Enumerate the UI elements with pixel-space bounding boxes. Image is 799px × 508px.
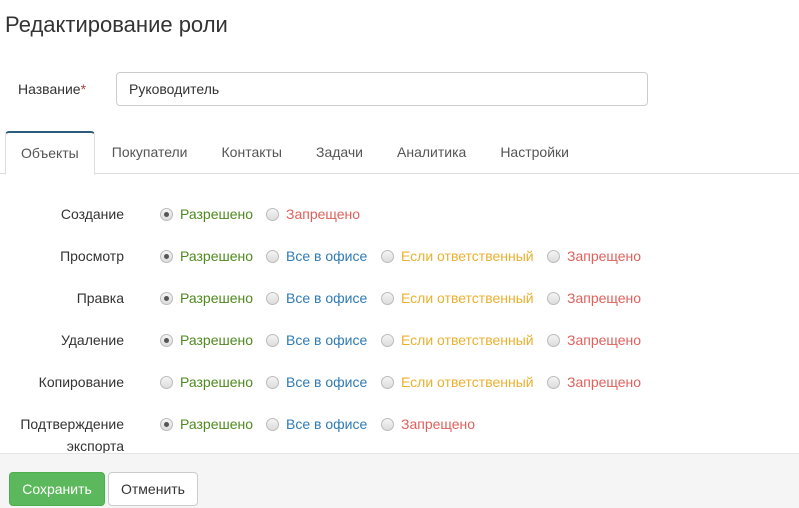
radio-option[interactable]: Все в офисе	[260, 245, 375, 267]
permission-label: Удаление	[60, 332, 124, 348]
radio-option[interactable]: Если ответственный	[375, 287, 541, 309]
radio-group: Разрешено Все в офисе Если ответственный За…	[154, 371, 641, 393]
name-input[interactable]	[116, 72, 648, 106]
radio-group: Разрешено Все в офисе Если ответственный За…	[154, 329, 641, 351]
radio-option[interactable]: Разрешено	[154, 371, 260, 393]
radio-option[interactable]: Запрещено	[260, 203, 375, 225]
radio-unchecked-icon[interactable]	[266, 375, 279, 389]
radio-unchecked-icon[interactable]	[547, 333, 560, 347]
radio-label: Если ответственный	[401, 332, 534, 348]
radio-unchecked-icon[interactable]	[160, 375, 173, 389]
tab-3[interactable]: Задачи	[299, 131, 380, 174]
radio-label: Разрешено	[180, 290, 254, 306]
radio-unchecked-icon[interactable]	[547, 291, 560, 305]
radio-label: Все в офисе	[286, 332, 368, 348]
radio-label: Все в офисе	[286, 248, 368, 264]
tab-2[interactable]: Контакты	[205, 131, 299, 174]
radio-option[interactable]: Запрещено	[541, 371, 641, 393]
tab-5[interactable]: Настройки	[483, 131, 586, 174]
radio-option[interactable]: Запрещено	[541, 329, 641, 351]
radio-option[interactable]: Если ответственный	[375, 245, 541, 267]
tab-0[interactable]: Объекты	[5, 131, 95, 175]
radio-unchecked-icon[interactable]	[266, 249, 279, 263]
radio-label: Разрешено	[180, 416, 254, 432]
radio-unchecked-icon[interactable]	[381, 417, 394, 431]
radio-unchecked-icon[interactable]	[266, 417, 279, 431]
radio-label: Если ответственный	[401, 290, 534, 306]
form-footer: Сохранить Отменить	[0, 453, 799, 508]
radio-group: Разрешено Все в офисе Если ответственный За…	[154, 287, 641, 309]
permission-label: Просмотр	[60, 248, 124, 264]
radio-option[interactable]: Разрешено	[154, 287, 260, 309]
radio-option[interactable]: Все в офисе	[260, 287, 375, 309]
tab-1[interactable]: Покупатели	[95, 131, 205, 174]
permission-label: Правка	[76, 290, 124, 306]
page-title: Редактирование роли	[5, 12, 228, 37]
radio-checked-icon[interactable]	[160, 291, 173, 305]
radio-label: Разрешено	[180, 248, 254, 264]
radio-label: Все в офисе	[286, 374, 368, 390]
tab-4[interactable]: Аналитика	[380, 131, 483, 174]
radio-group: Разрешено Все в офисе Если ответственный За…	[154, 245, 641, 267]
radio-group: Разрешено Все в офисе Запрещено	[154, 413, 541, 435]
permission-label: Подтверждение экспорта	[20, 416, 124, 454]
radio-label: Запрещено	[286, 206, 361, 222]
radio-label: Запрещено	[567, 374, 642, 390]
radio-label: Разрешено	[180, 374, 254, 390]
radio-option[interactable]: Запрещено	[541, 245, 641, 267]
required-mark: *	[80, 81, 87, 97]
radio-label: Разрешено	[180, 206, 254, 222]
permission-label: Создание	[60, 206, 124, 222]
radio-checked-icon[interactable]	[160, 207, 173, 221]
radio-unchecked-icon[interactable]	[547, 249, 560, 263]
radio-label: Разрешено	[180, 332, 254, 348]
radio-label: Если ответственный	[401, 374, 534, 390]
radio-option[interactable]: Разрешено	[154, 413, 260, 435]
radio-option[interactable]: Все в офисе	[260, 371, 375, 393]
radio-option[interactable]: Разрешено	[154, 203, 260, 225]
radio-label: Запрещено	[567, 332, 642, 348]
permission-row: Подтверждение экспорта Разрешено Все в офи…	[0, 410, 799, 454]
radio-option[interactable]: Разрешено	[154, 245, 260, 267]
name-label-text: Название	[18, 81, 81, 97]
tabs: Объекты Покупатели Контакты Задачи Аналитика…	[0, 131, 799, 175]
radio-label: Запрещено	[567, 248, 642, 264]
radio-option[interactable]: Все в офисе	[260, 329, 375, 351]
radio-unchecked-icon[interactable]	[547, 375, 560, 389]
radio-unchecked-icon[interactable]	[381, 249, 394, 263]
radio-option[interactable]: Если ответственный	[375, 371, 541, 393]
permission-row: Копирование Разрешено Все в офисе Если отве…	[0, 368, 799, 410]
radio-unchecked-icon[interactable]	[266, 207, 279, 221]
radio-checked-icon[interactable]	[160, 333, 173, 347]
radio-label: Если ответственный	[401, 248, 534, 264]
radio-group: Разрешено Запрещено	[154, 203, 375, 225]
permission-row: Правка Разрешено Все в офисе Если ответстве…	[0, 284, 799, 326]
permission-row: Просмотр Разрешено Все в офисе Если ответст…	[0, 242, 799, 284]
radio-label: Запрещено	[401, 416, 476, 432]
cancel-button[interactable]: Отменить	[108, 472, 198, 506]
radio-checked-icon[interactable]	[160, 249, 173, 263]
permission-row: Создание Разрешено Запрещено	[0, 200, 799, 242]
radio-checked-icon[interactable]	[160, 417, 173, 431]
radio-option[interactable]: Запрещено	[541, 287, 641, 309]
radio-option[interactable]: Все в офисе	[260, 413, 375, 435]
radio-label: Все в офисе	[286, 416, 368, 432]
radio-unchecked-icon[interactable]	[266, 333, 279, 347]
name-label: Название*	[18, 81, 86, 97]
radio-option[interactable]: Если ответственный	[375, 329, 541, 351]
radio-label: Запрещено	[567, 290, 642, 306]
radio-option[interactable]: Запрещено	[375, 413, 541, 435]
radio-unchecked-icon[interactable]	[381, 375, 394, 389]
permission-label: Копирование	[38, 374, 124, 390]
save-button[interactable]: Сохранить	[9, 472, 105, 506]
radio-option[interactable]: Разрешено	[154, 329, 260, 351]
permission-row: Удаление Разрешено Все в офисе Если ответст…	[0, 326, 799, 368]
radio-unchecked-icon[interactable]	[381, 333, 394, 347]
radio-unchecked-icon[interactable]	[381, 291, 394, 305]
radio-label: Все в офисе	[286, 290, 368, 306]
radio-unchecked-icon[interactable]	[266, 291, 279, 305]
